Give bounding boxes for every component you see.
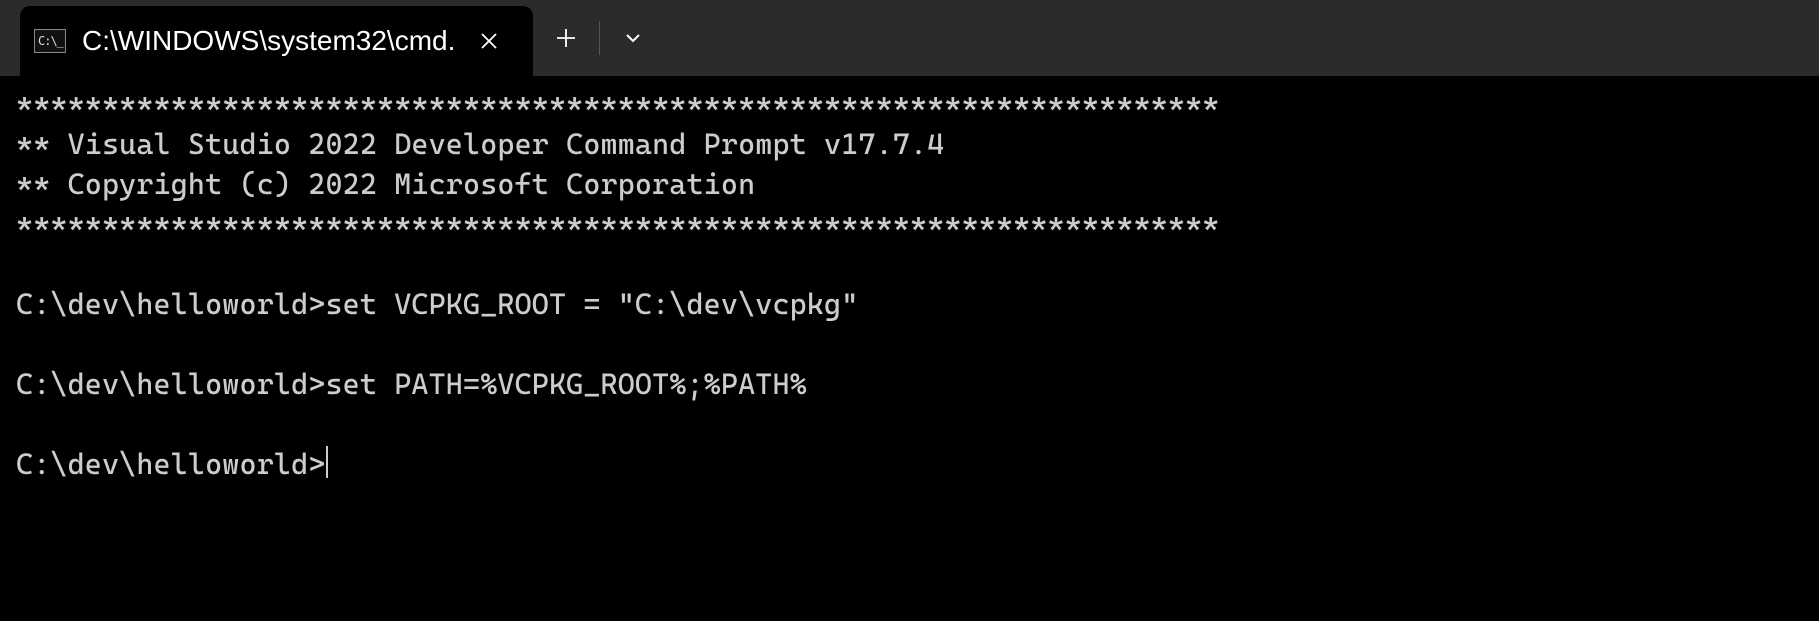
titlebar-actions: [533, 0, 666, 76]
command-line: C:\dev\helloworld>set PATH=%VCPKG_ROOT%;…: [16, 367, 807, 401]
plus-icon: [555, 27, 577, 49]
tab-title: C:\WINDOWS\system32\cmd.: [82, 25, 455, 57]
terminal-output[interactable]: ****************************************…: [0, 76, 1819, 492]
banner-line: ** Visual Studio 2022 Developer Command …: [16, 127, 944, 161]
close-icon: [479, 31, 499, 51]
banner-border-bottom: ****************************************…: [16, 207, 1219, 241]
chevron-down-icon: [623, 28, 643, 48]
banner-line: ** Copyright (c) 2022 Microsoft Corporat…: [16, 167, 755, 201]
tab-dropdown-button[interactable]: [600, 0, 666, 76]
titlebar: C:\_ C:\WINDOWS\system32\cmd.: [0, 0, 1819, 76]
terminal-tab[interactable]: C:\_ C:\WINDOWS\system32\cmd.: [20, 6, 533, 76]
banner-border-top: ****************************************…: [16, 87, 1219, 121]
command-line: C:\dev\helloworld>set VCPKG_ROOT = "C:\d…: [16, 287, 858, 321]
cmd-icon: C:\_: [34, 29, 66, 53]
close-tab-button[interactable]: [471, 23, 507, 59]
prompt: C:\dev\helloworld>: [16, 447, 325, 481]
new-tab-button[interactable]: [533, 0, 599, 76]
cursor: [326, 446, 328, 478]
